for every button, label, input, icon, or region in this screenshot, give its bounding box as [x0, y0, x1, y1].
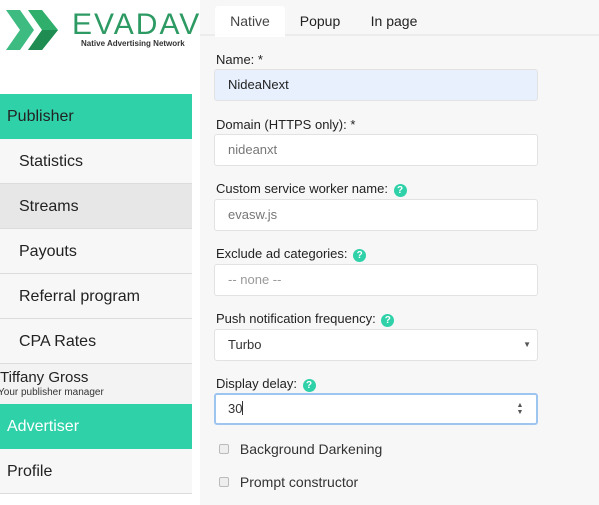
tab-in-page[interactable]: In page [362, 6, 426, 37]
display-delay-label-text: Display delay: [216, 376, 297, 391]
ad-format-tabs: Native Popup In page [200, 0, 599, 37]
domain-input[interactable]: nideanxt [214, 134, 538, 166]
stream-form-panel: Native Popup In page Name: * NideaNext D… [200, 0, 599, 505]
background-darkening-option[interactable]: Background Darkening [219, 441, 382, 457]
display-delay-value: 30 [228, 401, 243, 416]
name-input[interactable]: NideaNext [214, 69, 538, 101]
evadav-logo[interactable]: EVADAV Native Advertising Network [6, 8, 199, 52]
tab-popup[interactable]: Popup [290, 6, 350, 37]
prompt-constructor-option[interactable]: Prompt constructor [219, 474, 358, 490]
background-darkening-checkbox[interactable] [219, 444, 229, 454]
dropdown-arrow-icon: ▼ [523, 340, 531, 349]
help-icon[interactable]: ? [353, 249, 367, 262]
exclude-categories-select[interactable]: -- none -- [214, 264, 538, 296]
domain-label: Domain (HTTPS only): * [216, 117, 356, 132]
prompt-constructor-label: Prompt constructor [239, 474, 359, 490]
tab-native[interactable]: Native [215, 6, 285, 37]
push-frequency-value: Turbo [228, 337, 262, 352]
publisher-manager: Tiffany Gross Your publisher manager [0, 364, 192, 404]
push-frequency-select[interactable]: Turbo ▼ [214, 329, 538, 361]
display-delay-input[interactable]: 30 ▲ ▼ [214, 393, 538, 425]
sidebar: EVADAV Native Advertising Network Publis… [0, 0, 199, 505]
sidebar-item-streams[interactable]: Streams [0, 184, 192, 229]
sidebar-item-referral-program[interactable]: Referral program [0, 274, 192, 319]
sidebar-item-payouts[interactable]: Payouts [0, 229, 192, 274]
number-spinner-icon[interactable]: ▲ ▼ [516, 402, 524, 416]
help-icon[interactable]: ? [393, 184, 407, 197]
service-worker-input[interactable]: evasw.js [214, 199, 538, 231]
sidebar-section-advertiser[interactable]: Advertiser [0, 404, 192, 449]
help-icon[interactable]: ? [381, 314, 395, 327]
prompt-constructor-checkbox[interactable] [219, 477, 229, 487]
service-worker-label: Custom service worker name: ? [216, 181, 407, 197]
manager-role: Your publisher manager [0, 387, 104, 398]
service-worker-label-text: Custom service worker name: [216, 181, 388, 196]
sidebar-item-statistics[interactable]: Statistics [0, 139, 192, 184]
name-label: Name: * [216, 52, 263, 67]
logo-brand: EVADAV [72, 8, 202, 41]
manager-name: Tiffany Gross [0, 369, 89, 386]
sidebar-item-cpa-rates[interactable]: CPA Rates [0, 319, 192, 364]
push-frequency-label: Push notification frequency: ? [216, 311, 395, 327]
help-icon[interactable]: ? [302, 379, 316, 392]
background-darkening-label: Background Darkening [239, 441, 383, 457]
exclude-categories-label: Exclude ad categories: ? [216, 246, 367, 262]
push-frequency-label-text: Push notification frequency: [216, 311, 376, 326]
sidebar-section-publisher[interactable]: Publisher [0, 94, 192, 139]
display-delay-label: Display delay: ? [216, 376, 316, 392]
sidebar-item-profile[interactable]: Profile [0, 449, 192, 494]
double-chevron-logo-icon [6, 10, 58, 50]
text-cursor [242, 401, 244, 415]
exclude-categories-label-text: Exclude ad categories: [216, 246, 348, 261]
logo-tagline: Native Advertising Network [81, 39, 185, 48]
